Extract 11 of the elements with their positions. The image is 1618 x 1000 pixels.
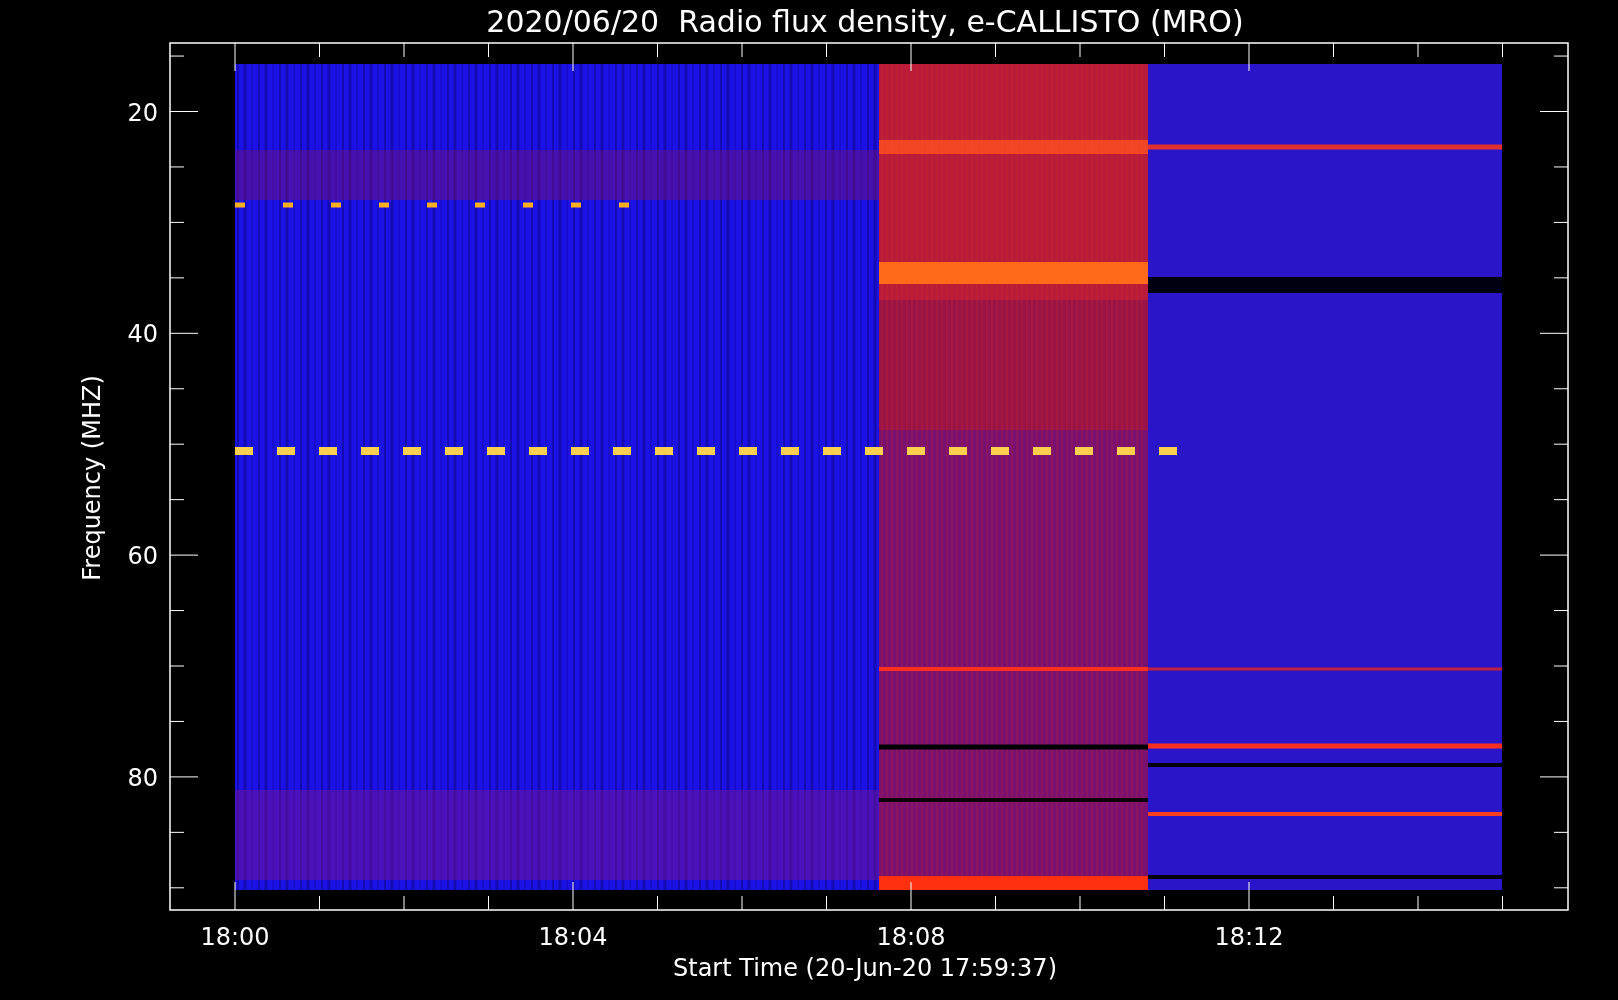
y-tick-label: 40 bbox=[127, 320, 158, 349]
x-tick-label: 18:12 bbox=[1214, 923, 1284, 951]
x-tick-label: 18:00 bbox=[200, 923, 270, 951]
y-tick-label: 60 bbox=[127, 542, 158, 571]
y-tick-label: 80 bbox=[127, 763, 158, 792]
plot-title: 2020/06/20 Radio flux density, e-CALLISTO (MRO) bbox=[486, 4, 1244, 39]
y-tick-label: 20 bbox=[127, 98, 158, 127]
x-tick-label: 18:08 bbox=[876, 923, 946, 951]
x-tick-label: 18:04 bbox=[538, 923, 608, 951]
y-axis-label: Frequency (MHZ) bbox=[78, 375, 106, 581]
x-axis-label: Start Time (20-Jun-20 17:59:37) bbox=[673, 954, 1057, 982]
